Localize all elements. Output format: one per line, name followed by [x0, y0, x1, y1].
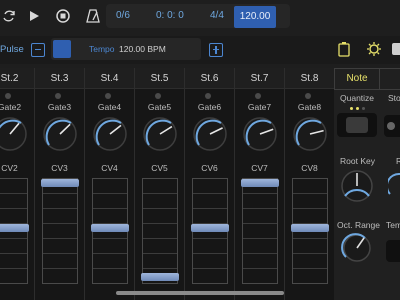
time-signature[interactable]: 4/4	[210, 4, 224, 28]
fader-handle[interactable]	[91, 224, 129, 232]
tab-next[interactable]	[380, 68, 400, 90]
gate-label: Gate5	[147, 102, 172, 112]
battery-icon[interactable]	[338, 41, 350, 57]
channel-strip: St.2 Gate2 CV2	[0, 68, 35, 300]
strip-title[interactable]: St.6	[185, 68, 234, 89]
fader-handle[interactable]	[241, 179, 279, 187]
strip-title[interactable]: St.2	[0, 68, 34, 89]
strip-title[interactable]: St.5	[135, 68, 184, 89]
cv-label: CV7	[251, 163, 268, 173]
module-pulse-label[interactable]: Pulse	[0, 44, 24, 55]
strip-title[interactable]: St.7	[235, 68, 284, 89]
channel-strip: St.7 Gate7 CV7	[235, 68, 285, 300]
quantize-label: Quantize	[340, 93, 375, 103]
cv-fader[interactable]	[41, 178, 79, 284]
channel-strip: St.3 Gate3 CV3	[35, 68, 85, 300]
channel-strip: St.8 Gate8 CV8	[285, 68, 335, 300]
cv-fader[interactable]	[191, 178, 229, 284]
next-r-label: R	[396, 156, 400, 166]
gate-label: Gate8	[297, 102, 322, 112]
strip-title[interactable]: St.4	[85, 68, 134, 89]
gate-label: Gate3	[47, 102, 72, 112]
cv-label: CV3	[51, 163, 68, 173]
channel-strip: St.5 Gate5 CV5	[135, 68, 185, 300]
tempo-decrement-button[interactable]	[31, 43, 45, 57]
metronome-icon[interactable]	[84, 6, 102, 26]
root-key-label: Root Key	[340, 156, 375, 166]
cv-label: CV4	[101, 163, 118, 173]
home-indicator	[116, 291, 284, 295]
gate-knob[interactable]	[0, 114, 30, 154]
root-key-knob[interactable]	[337, 166, 377, 206]
channel-strip: St.6 Gate6 CV6	[185, 68, 235, 300]
gate-knob[interactable]	[90, 114, 130, 154]
cv-label: CV5	[151, 163, 168, 173]
fader-handle[interactable]	[191, 224, 229, 232]
gate-label: Gate2	[0, 102, 22, 112]
fader-handle[interactable]	[141, 273, 179, 281]
oct-range-knob[interactable]	[339, 230, 375, 266]
gate-knob[interactable]	[140, 114, 180, 154]
cv-label: CV8	[301, 163, 318, 173]
gate-led	[5, 93, 11, 99]
cv-fader[interactable]	[291, 178, 329, 284]
tempo-increment-button[interactable]	[209, 43, 223, 57]
fader-handle[interactable]	[0, 224, 29, 232]
next-knob[interactable]	[385, 166, 400, 206]
gate-led	[205, 93, 211, 99]
play-icon[interactable]	[25, 6, 43, 26]
fader-handle[interactable]	[41, 179, 79, 187]
tempo-slider-fill	[53, 40, 71, 58]
gate-label: Gate7	[247, 102, 272, 112]
tempo-value: 120.00 BPM	[119, 44, 166, 54]
cv-fader[interactable]	[241, 178, 279, 284]
gate-label: Gate4	[97, 102, 122, 112]
gate-led	[255, 93, 261, 99]
channel-strip: St.4 Gate4 CV4	[85, 68, 135, 300]
oct-range-label: Oct. Range	[337, 220, 380, 230]
gate-knob[interactable]	[240, 114, 280, 154]
step-counter: 0/6	[116, 10, 130, 21]
next-section-label: Sto	[388, 93, 400, 103]
gate-led	[55, 93, 61, 99]
tempo-switch[interactable]	[386, 240, 400, 262]
overflow-icon[interactable]	[392, 43, 400, 55]
gate-label: Gate6	[197, 102, 222, 112]
cv-fader[interactable]	[141, 178, 179, 284]
tab-note[interactable]: Note	[334, 68, 380, 90]
cv-fader[interactable]	[0, 178, 29, 284]
bpm-display[interactable]: 120.00	[234, 6, 276, 28]
gate-knob[interactable]	[40, 114, 80, 154]
gate-knob[interactable]	[190, 114, 230, 154]
bpm-value: 120.00	[239, 11, 271, 22]
tempo-label: Tempo	[89, 44, 115, 54]
cv-fader[interactable]	[91, 178, 129, 284]
next-tem-label: Tem	[386, 220, 400, 230]
tempo-slider[interactable]: Tempo 120.00 BPM	[51, 38, 201, 60]
cv-label: CV6	[201, 163, 218, 173]
gate-knob[interactable]	[290, 114, 330, 154]
tempo-bar: Pulse Tempo 120.00 BPM	[0, 36, 400, 64]
next-switch[interactable]	[384, 115, 400, 137]
gate-led	[105, 93, 111, 99]
gate-led	[305, 93, 311, 99]
strip-title[interactable]: St.8	[285, 68, 334, 89]
stop-icon[interactable]	[54, 6, 72, 26]
position-counter: 0: 0: 0	[156, 10, 184, 21]
gate-led	[155, 93, 161, 99]
quantize-switch[interactable]	[337, 107, 377, 137]
cv-label: CV2	[1, 163, 18, 173]
fader-handle[interactable]	[291, 224, 329, 232]
loop-icon[interactable]	[0, 6, 18, 26]
settings-icon[interactable]	[366, 41, 382, 57]
strip-title[interactable]: St.3	[35, 68, 84, 89]
